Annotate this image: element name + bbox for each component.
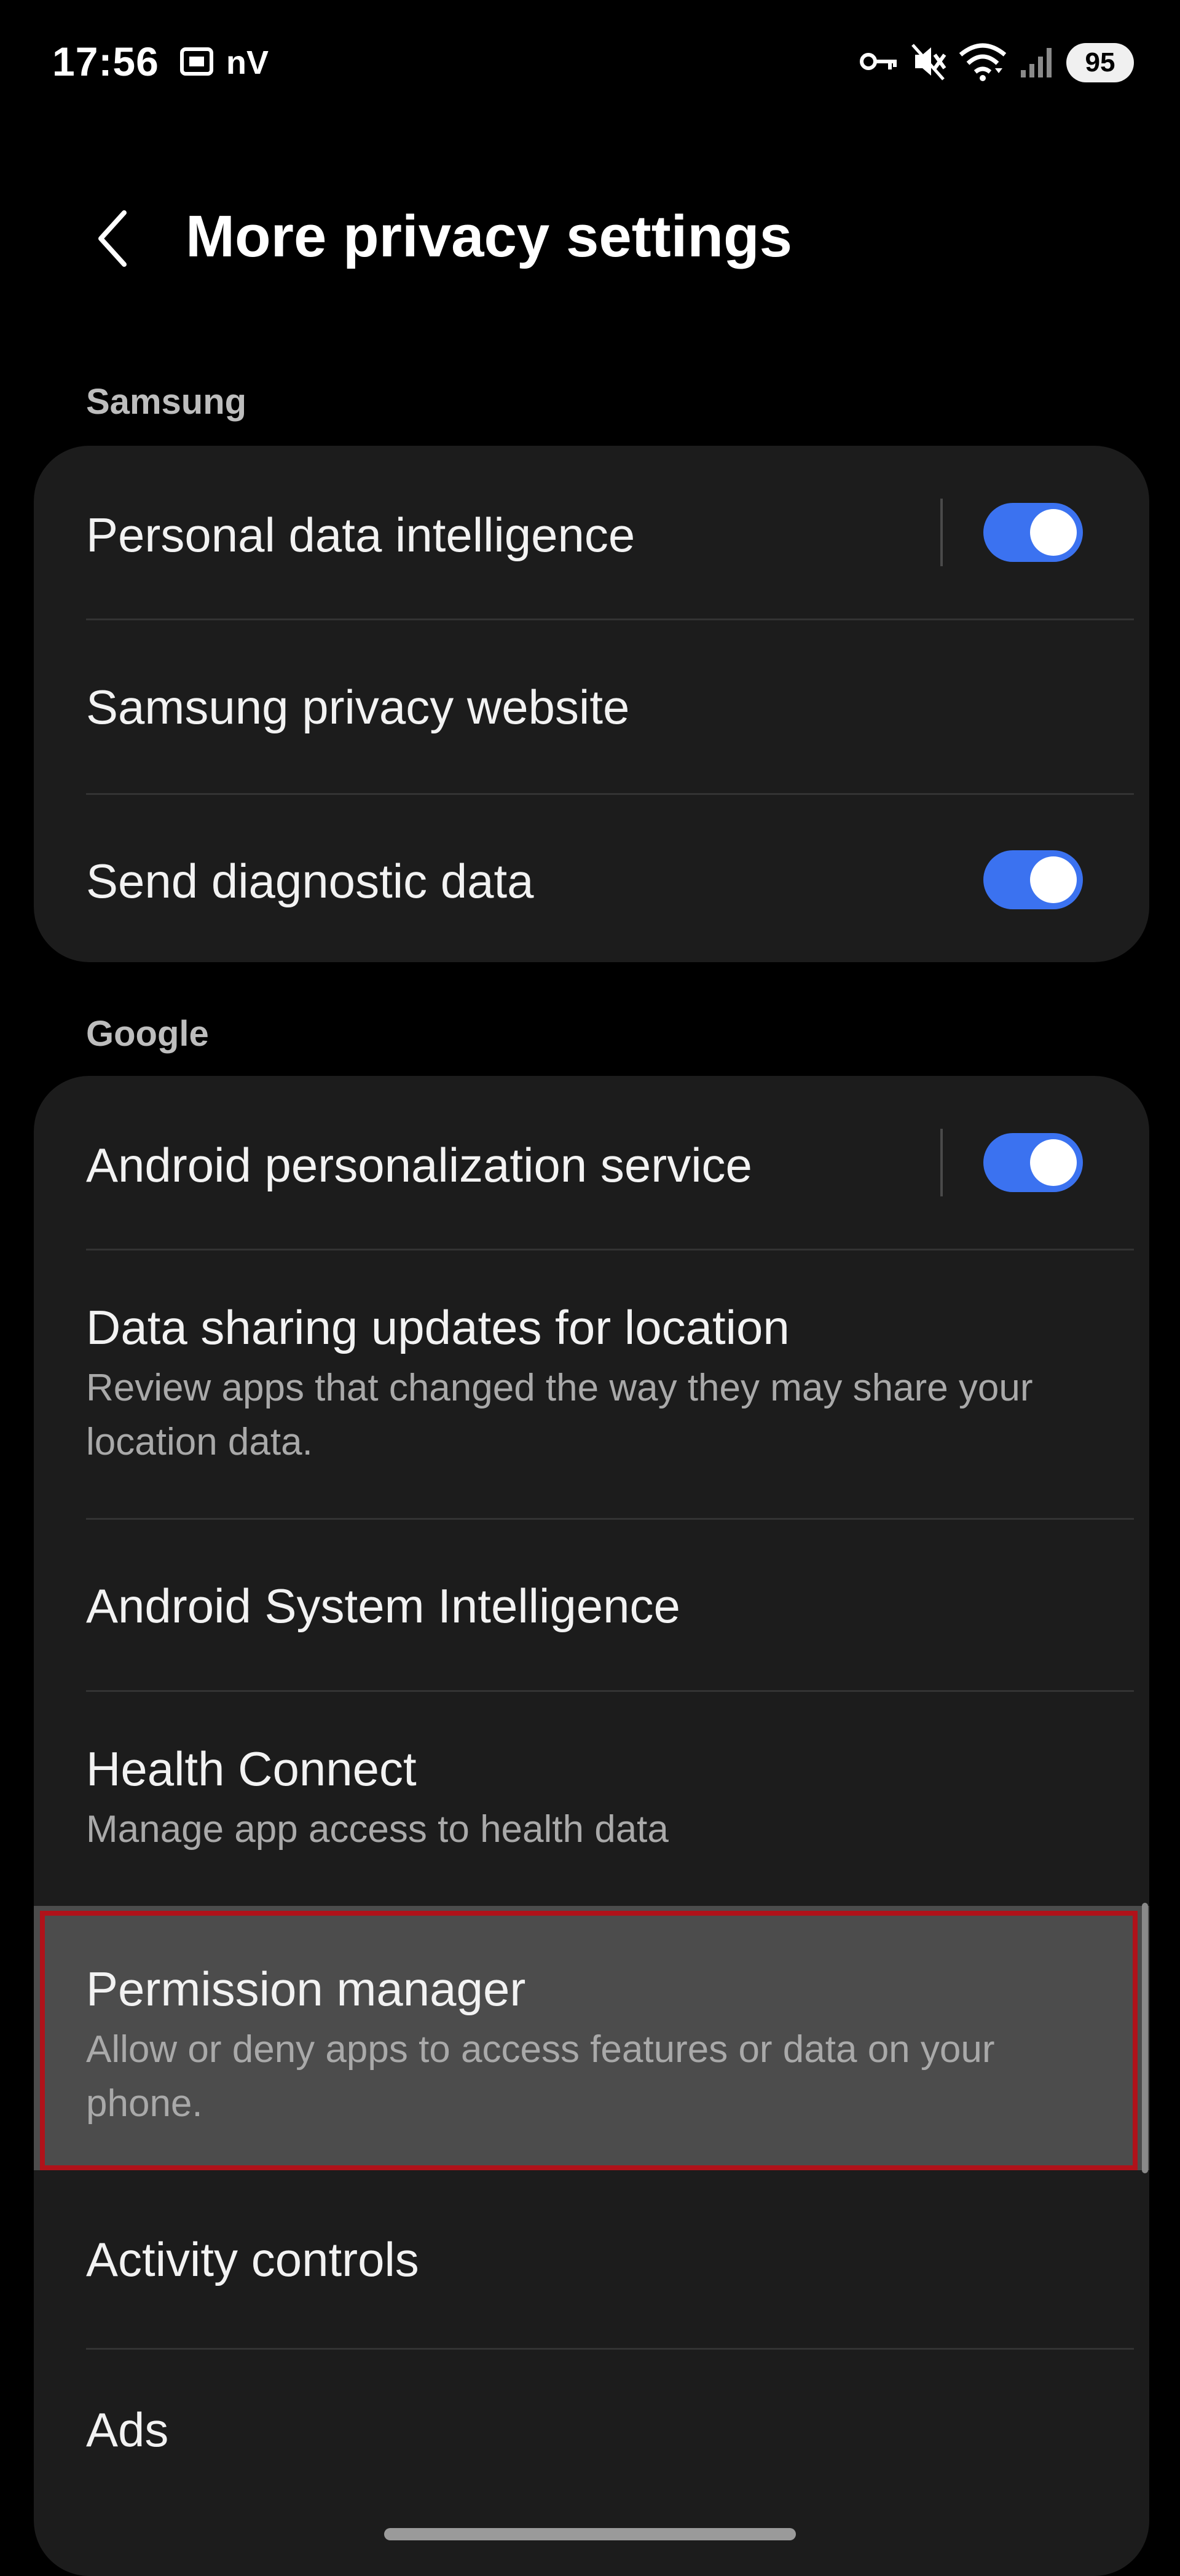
- chevron-left-icon: [92, 208, 135, 272]
- toggle-knob: [1030, 856, 1077, 903]
- row-title: Samsung privacy website: [86, 680, 630, 734]
- screenshot-icon: [178, 43, 215, 83]
- status-right-icons: 95: [859, 37, 1134, 89]
- android-personalization-service-toggle[interactable]: [983, 1133, 1083, 1192]
- vpn-key-icon: [859, 46, 899, 80]
- settings-row-android-personalization-service[interactable]: Android personalization service: [34, 1076, 1149, 1249]
- row-title: Personal data intelligence: [86, 508, 635, 562]
- google-settings-card: Android personalization service Data sha…: [34, 1076, 1149, 2576]
- status-time: 17:56: [52, 39, 159, 84]
- row-subtitle: Review apps that changed the way they ma…: [86, 1367, 1033, 1463]
- section-label-google: Google: [86, 1014, 209, 1054]
- row-title: Android personalization service: [86, 1138, 752, 1192]
- signal-icon: [1018, 43, 1055, 83]
- row-separator: [940, 1129, 943, 1196]
- settings-row-send-diagnostic-data[interactable]: Send diagnostic data: [34, 795, 1149, 962]
- settings-row-health-connect[interactable]: Health Connect Manage app access to heal…: [34, 1692, 1149, 1906]
- settings-row-ads[interactable]: Ads: [34, 2350, 1149, 2522]
- row-title: Activity controls: [86, 2232, 419, 2286]
- row-title: Health Connect: [86, 1742, 417, 1796]
- row-title: Android System Intelligence: [86, 1579, 680, 1633]
- row-subtitle: Allow or deny apps to access features or…: [86, 2028, 995, 2125]
- app-header: More privacy settings: [0, 178, 1180, 295]
- settings-row-activity-controls[interactable]: Activity controls: [34, 2170, 1149, 2349]
- back-button[interactable]: [80, 206, 148, 274]
- settings-row-samsung-privacy-website[interactable]: Samsung privacy website: [34, 620, 1149, 794]
- home-indicator[interactable]: [384, 2528, 796, 2540]
- toggle-knob: [1030, 509, 1077, 556]
- wifi-icon: [958, 41, 1007, 85]
- row-title: Data sharing updates for location: [86, 1300, 790, 1354]
- settings-row-android-system-intelligence[interactable]: Android System Intelligence: [34, 1520, 1149, 1691]
- toggle-knob: [1030, 1139, 1077, 1186]
- vibrate-mute-icon: [910, 41, 947, 85]
- row-title: Send diagnostic data: [86, 854, 534, 908]
- settings-row-personal-data-intelligence[interactable]: Personal data intelligence: [34, 446, 1149, 619]
- section-label-samsung: Samsung: [86, 382, 247, 422]
- settings-row-data-sharing-updates-for-location[interactable]: Data sharing updates for location Review…: [34, 1250, 1149, 1519]
- nv-app-icon: nV: [226, 44, 269, 81]
- page-title: More privacy settings: [186, 203, 792, 269]
- battery-indicator: 95: [1066, 43, 1134, 82]
- row-title: Permission manager: [86, 1962, 526, 2016]
- settings-row-permission-manager[interactable]: Permission manager Allow or deny apps to…: [34, 1906, 1149, 2170]
- row-subtitle: Manage app access to health data: [86, 1808, 669, 1851]
- send-diagnostic-data-toggle[interactable]: [983, 850, 1083, 909]
- row-title: Ads: [86, 2403, 169, 2457]
- scrollbar[interactable]: [1142, 1903, 1148, 2173]
- personal-data-intelligence-toggle[interactable]: [983, 503, 1083, 562]
- status-left-icons: nV: [178, 38, 269, 87]
- samsung-settings-card: Personal data intelligence Samsung priva…: [34, 446, 1149, 962]
- row-separator: [940, 499, 943, 566]
- status-bar: 17:56 nV 95: [0, 0, 1180, 123]
